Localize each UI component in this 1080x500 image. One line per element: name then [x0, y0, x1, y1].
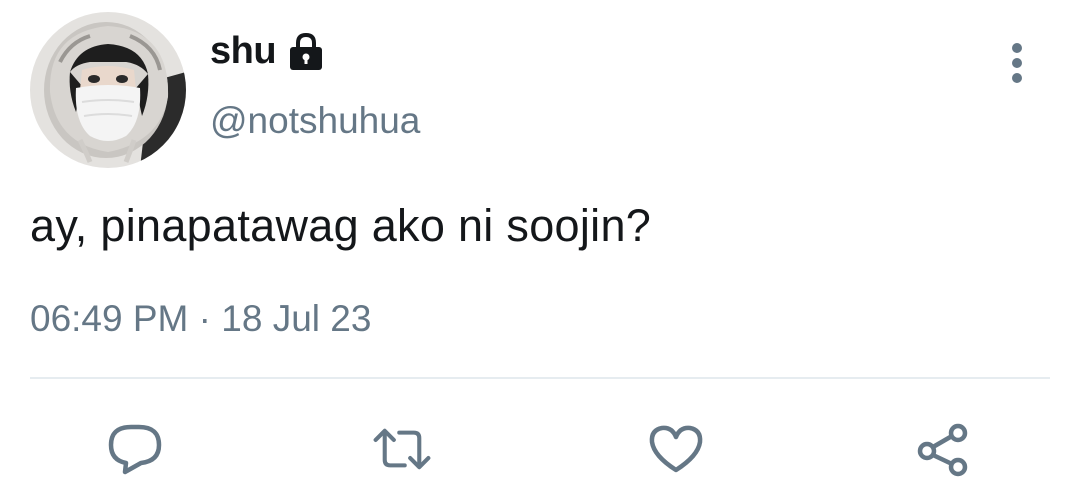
avatar-image [30, 12, 186, 168]
tweet-meta: 06:49 PM · 18 Jul 23 [30, 298, 371, 340]
more-vertical-icon [1012, 43, 1022, 83]
display-name-row[interactable]: shu [210, 30, 324, 73]
share-button[interactable] [913, 420, 973, 478]
more-options-button[interactable] [998, 38, 1036, 88]
tweet-date[interactable]: 18 Jul 23 [221, 298, 371, 339]
user-handle[interactable]: @notshuhua [210, 100, 420, 142]
display-name: shu [210, 30, 277, 72]
meta-separator: · [198, 298, 211, 339]
divider [30, 377, 1050, 379]
retweet-button[interactable] [372, 420, 432, 478]
reply-button[interactable] [105, 420, 165, 478]
lock-icon [288, 32, 324, 72]
avatar[interactable] [30, 12, 186, 168]
heart-icon [649, 425, 703, 473]
tweet-time[interactable]: 06:49 PM [30, 298, 188, 339]
tweet-card: shu @notshuhua ay, pinapatawag ako ni so… [0, 0, 1080, 500]
reply-icon [108, 424, 162, 475]
tweet-text: ay, pinapatawag ako ni soojin? [30, 200, 652, 251]
share-icon [917, 423, 968, 477]
like-button[interactable] [646, 420, 706, 478]
retweet-icon [373, 428, 431, 470]
